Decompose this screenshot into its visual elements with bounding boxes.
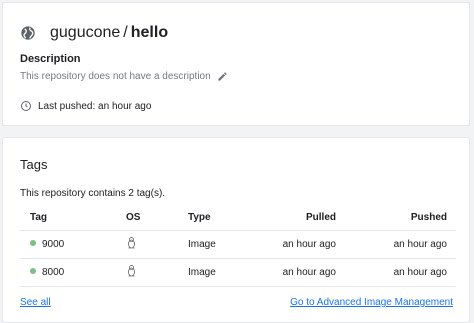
linux-icon <box>128 265 135 277</box>
tag-cell[interactable]: 8000 <box>30 259 64 286</box>
os-cell <box>126 231 137 258</box>
description-text: This repository does not have a descript… <box>20 71 211 82</box>
repository-header: gugucone / hello <box>20 22 168 44</box>
description-row: This repository does not have a descript… <box>20 71 228 82</box>
type-cell: Image <box>188 239 216 250</box>
tag-name[interactable]: 9000 <box>42 239 64 250</box>
table-row[interactable]: 9000 Image an hour ago an hour ago <box>20 231 456 259</box>
pulled-cell: an hour ago <box>282 239 336 250</box>
pushed-cell: an hour ago <box>393 267 447 278</box>
tag-name[interactable]: 8000 <box>42 267 64 278</box>
tags-title: Tags <box>20 157 48 172</box>
status-dot <box>30 240 36 247</box>
globe-icon <box>21 26 35 40</box>
clock-icon <box>21 101 31 111</box>
tags-table: Tag OS Type Pulled Pushed 9000 Image an … <box>20 206 456 287</box>
last-pushed-row: Last pushed: an hour ago <box>20 100 151 112</box>
repository-name: hello <box>130 24 169 41</box>
pushed-cell: an hour ago <box>393 239 447 250</box>
column-header-type: Type <box>188 212 211 223</box>
repository-namespace: gugucone <box>50 24 121 41</box>
column-header-pushed: Pushed <box>410 212 447 223</box>
pulled-cell: an hour ago <box>282 267 336 278</box>
column-header-pulled: Pulled <box>305 212 336 223</box>
type-cell: Image <box>188 267 216 278</box>
column-header-tag: Tag <box>30 212 48 223</box>
column-header-os: OS <box>126 212 141 223</box>
table-header: Tag OS Type Pulled Pushed <box>20 206 456 231</box>
repository-separator: / <box>123 24 128 41</box>
last-pushed-text: Last pushed: an hour ago <box>38 100 152 112</box>
tags-summary: This repository contains 2 tag(s). <box>20 188 166 199</box>
tags-card: Tags This repository contains 2 tag(s). … <box>2 137 470 323</box>
os-cell <box>126 259 137 286</box>
repository-title: gugucone / hello <box>50 23 168 43</box>
repository-info-card: gugucone / hello Description This reposito… <box>2 2 470 126</box>
table-row[interactable]: 8000 Image an hour ago an hour ago <box>20 259 456 287</box>
pencil-icon[interactable] <box>217 71 228 82</box>
description-label: Description <box>20 53 81 65</box>
tag-cell[interactable]: 9000 <box>30 231 64 258</box>
linux-icon <box>128 237 135 249</box>
advanced-image-management-link[interactable]: Go to Advanced Image Management <box>290 297 453 308</box>
status-dot <box>30 268 36 275</box>
see-all-link[interactable]: See all <box>20 297 51 308</box>
